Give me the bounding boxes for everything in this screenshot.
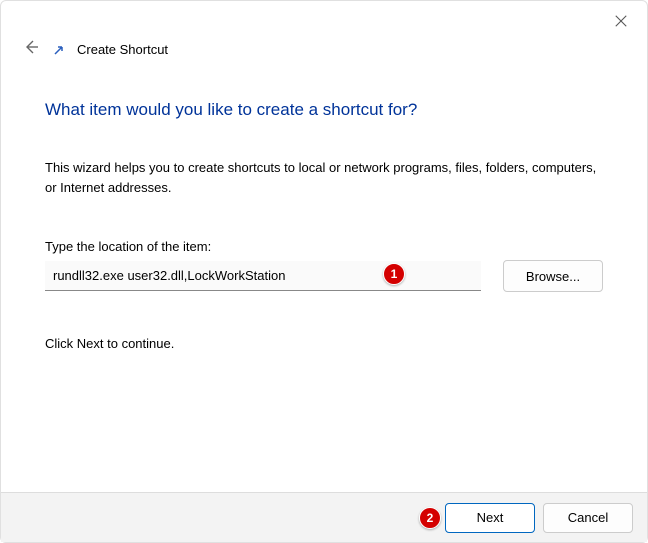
main-content: What item would you like to create a sho… — [1, 60, 647, 351]
back-button[interactable] — [21, 39, 41, 60]
location-label: Type the location of the item: — [45, 239, 603, 254]
continue-hint: Click Next to continue. — [45, 336, 603, 351]
shortcut-arrow-icon — [53, 44, 65, 56]
wizard-question: What item would you like to create a sho… — [45, 100, 603, 120]
close-button[interactable] — [609, 9, 633, 33]
annotation-badge-2: 2 — [419, 507, 441, 529]
next-button[interactable]: Next — [445, 503, 535, 533]
page-title: Create Shortcut — [77, 42, 168, 57]
close-icon — [614, 14, 628, 28]
location-input[interactable] — [45, 261, 481, 291]
cancel-button[interactable]: Cancel — [543, 503, 633, 533]
header-bar: Create Shortcut — [1, 1, 647, 60]
footer-bar: 2 Next Cancel — [1, 492, 647, 542]
location-row: Browse... 1 — [45, 260, 603, 292]
browse-button[interactable]: Browse... — [503, 260, 603, 292]
arrow-left-icon — [23, 39, 39, 55]
wizard-description: This wizard helps you to create shortcut… — [45, 158, 603, 197]
